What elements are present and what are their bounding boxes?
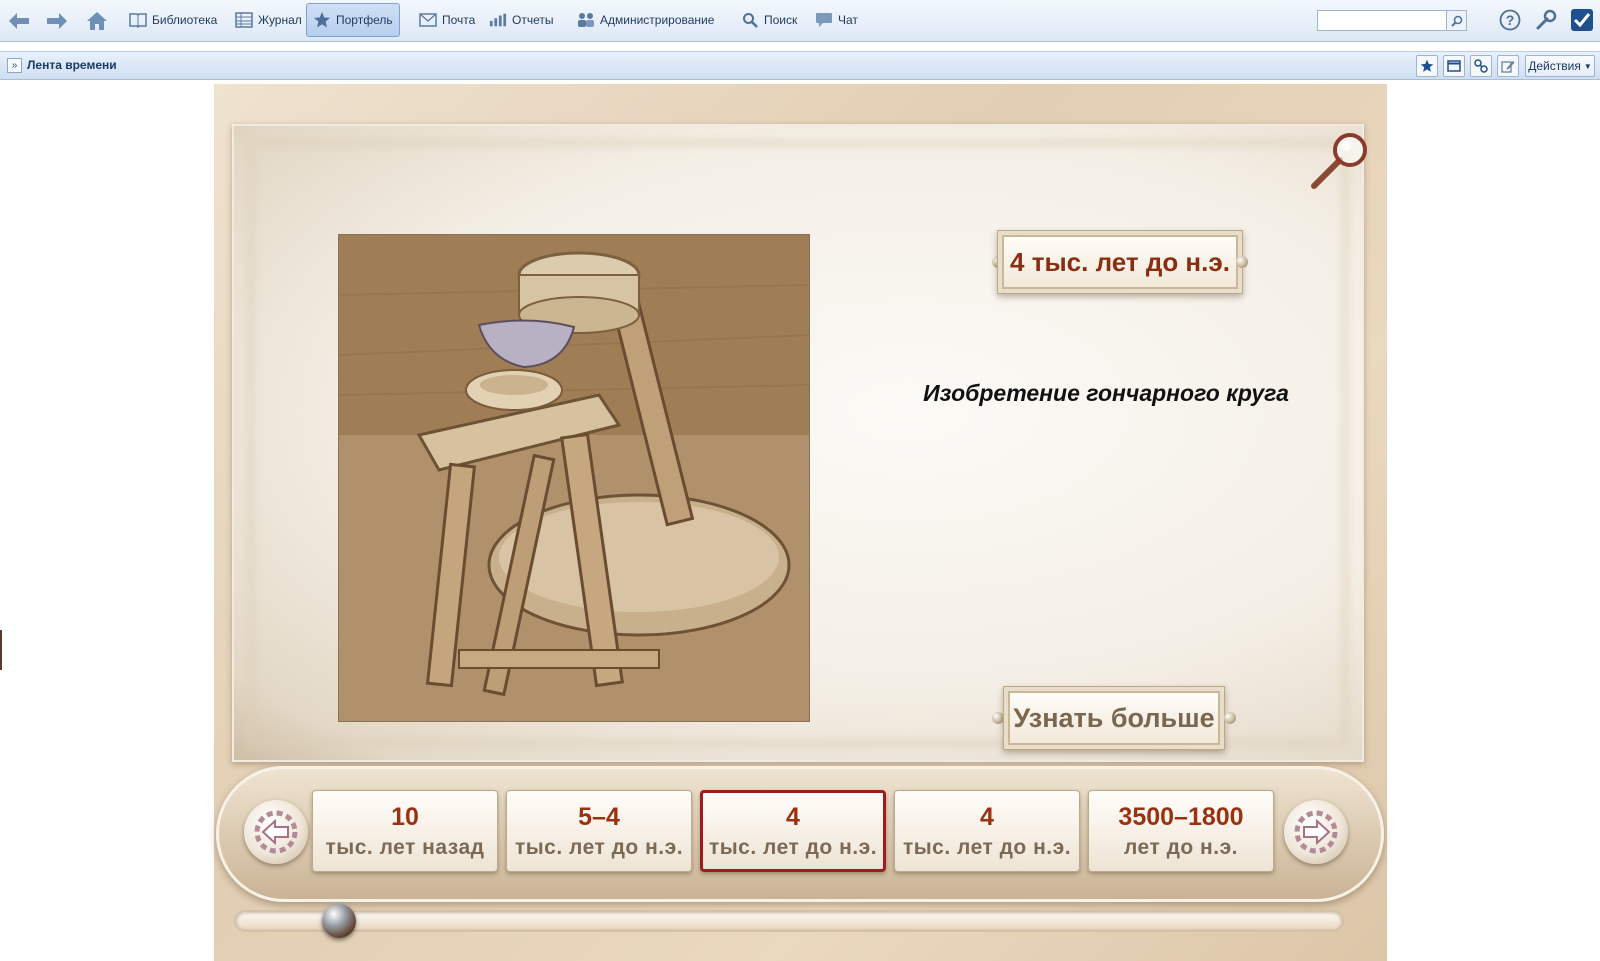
toolbar-library[interactable]: Библиотека xyxy=(122,6,224,34)
help-icon[interactable]: ? xyxy=(1498,8,1522,32)
journal-icon xyxy=(235,11,253,29)
pin-icon xyxy=(1224,712,1236,724)
toolbar-library-label: Библиотека xyxy=(152,13,218,27)
gear-right-arrow-icon xyxy=(1294,810,1338,854)
timeline-next-button[interactable] xyxy=(1284,800,1348,864)
timeline-card-unit: тыс. лет назад xyxy=(325,835,485,859)
timeline-strip: 10 тыс. лет назад 5–4 тыс. лет до н.э. 4… xyxy=(216,766,1384,902)
star-icon xyxy=(313,11,331,29)
event-card: 4 тыс. лет до н.э. Изобретение гончарног… xyxy=(232,124,1367,762)
timeline-scrollbar[interactable] xyxy=(234,904,1344,938)
pin-icon xyxy=(992,712,1004,724)
home-icon[interactable] xyxy=(84,8,110,34)
pottery-wheel-photo xyxy=(338,234,810,722)
book-icon xyxy=(129,11,147,29)
tasks-check-icon[interactable] xyxy=(1570,8,1594,32)
left-edge-marker xyxy=(0,630,2,670)
actions-label: Действия xyxy=(1528,59,1581,73)
event-date: 4 тыс. лет до н.э. xyxy=(1002,235,1238,289)
chart-icon xyxy=(489,11,507,29)
timeline-card[interactable]: 5–4 тыс. лет до н.э. xyxy=(506,790,692,872)
timeline-widget: 4 тыс. лет до н.э. Изобретение гончарног… xyxy=(214,84,1387,961)
toolbar-chat[interactable]: Чат xyxy=(808,6,865,34)
chat-icon xyxy=(815,11,833,29)
svg-text:?: ? xyxy=(1506,12,1515,28)
timeline-card-value: 10 xyxy=(391,802,419,831)
window-icon[interactable] xyxy=(1443,55,1465,77)
share-link-icon[interactable] xyxy=(1470,55,1492,77)
pin-icon xyxy=(1236,256,1248,268)
scrollbar-thumb[interactable] xyxy=(322,904,356,938)
timeline-card-unit: лет до н.э. xyxy=(1123,835,1239,859)
global-search-box xyxy=(1317,10,1467,31)
toolbar-admin[interactable]: Администрирование xyxy=(570,6,721,34)
timeline-card-value: 4 xyxy=(786,802,800,831)
timeline-card-unit: тыс. лет до н.э. xyxy=(902,835,1072,859)
event-date-plaque: 4 тыс. лет до н.э. xyxy=(990,234,1250,290)
timeline-card-selected[interactable]: 4 тыс. лет до н.э. xyxy=(700,790,886,872)
timeline-card-unit: тыс. лет до н.э. xyxy=(708,835,878,859)
toolbar-mail-label: Почта xyxy=(442,13,476,27)
search-icon xyxy=(741,11,759,29)
toolbar-reports[interactable]: Отчеты xyxy=(482,6,560,34)
magnifier-icon[interactable] xyxy=(1306,130,1370,194)
mail-icon xyxy=(419,11,437,29)
timeline-card[interactable]: 3500–1800 лет до н.э. xyxy=(1088,790,1274,872)
toolbar-portfolio-label: Портфель xyxy=(336,13,393,27)
page-title: Лента времени xyxy=(27,58,117,72)
settings-wrench-icon[interactable] xyxy=(1534,8,1558,32)
timeline-card[interactable]: 4 тыс. лет до н.э. xyxy=(894,790,1080,872)
timeline-card-value: 4 xyxy=(980,802,994,831)
learn-more-button[interactable]: Узнать больше xyxy=(986,688,1242,748)
toolbar-mail[interactable]: Почта xyxy=(412,6,482,34)
edit-pencil-icon[interactable] xyxy=(1497,55,1519,77)
toolbar-reports-label: Отчеты xyxy=(512,13,554,27)
actions-dropdown[interactable]: Действия ▼ xyxy=(1525,55,1595,77)
timeline-card-unit: тыс. лет до н.э. xyxy=(514,835,684,859)
favorite-star-icon[interactable] xyxy=(1416,55,1438,77)
timeline-card-value: 5–4 xyxy=(578,802,620,831)
toolbar-journal[interactable]: Журнал xyxy=(228,6,309,34)
timeline-prev-button[interactable] xyxy=(244,800,308,864)
toolbar-admin-label: Администрирование xyxy=(600,13,715,27)
toolbar-search-label: Поиск xyxy=(764,13,798,27)
page-header-bar: » Лента времени Действия ▼ xyxy=(0,51,1600,80)
toolbar-search[interactable]: Поиск xyxy=(734,6,804,34)
gear-left-arrow-icon xyxy=(254,810,298,854)
search-submit-icon[interactable] xyxy=(1446,11,1466,30)
forward-arrow-icon[interactable] xyxy=(44,8,70,34)
expand-panel-icon[interactable]: » xyxy=(7,58,22,73)
toolbar-chat-label: Чат xyxy=(838,13,858,27)
timeline-card-value: 3500–1800 xyxy=(1118,802,1244,831)
global-search-input[interactable] xyxy=(1318,11,1446,30)
toolbar-portfolio[interactable]: Портфель xyxy=(306,3,400,37)
toolbar-journal-label: Журнал xyxy=(258,13,302,27)
chevron-down-icon: ▼ xyxy=(1583,61,1592,71)
timeline-card[interactable]: 10 тыс. лет назад xyxy=(312,790,498,872)
top-toolbar: Библиотека Журнал Портфель Почта Отчеты … xyxy=(0,0,1600,42)
admin-icon xyxy=(577,11,595,29)
back-arrow-icon[interactable] xyxy=(6,8,32,34)
learn-more-label: Узнать больше xyxy=(1008,691,1220,745)
event-title: Изобретение гончарного круга xyxy=(923,380,1289,406)
